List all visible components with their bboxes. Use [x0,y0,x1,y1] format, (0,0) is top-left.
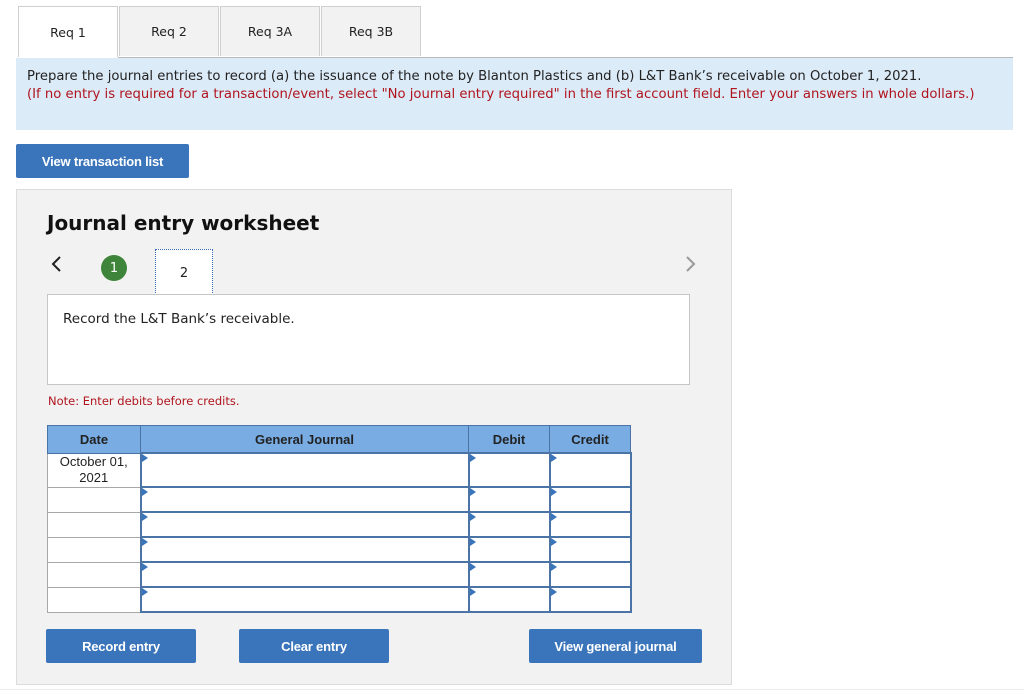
credit-input[interactable] [548,561,632,588]
column-header-debit: Debit [468,425,550,454]
account-select[interactable] [139,511,470,538]
view-general-journal-button[interactable]: View general journal [529,629,702,663]
input-indicator-icon [469,563,476,571]
table-row [47,536,632,563]
transaction-description-text: Record the L&T Bank’s receivable. [63,311,295,327]
input-indicator-icon [469,588,476,596]
debit-input[interactable] [467,561,551,588]
input-indicator-icon [469,538,476,546]
account-select[interactable] [139,486,470,513]
column-header-credit: Credit [549,425,631,454]
date-cell [47,536,141,563]
instruction-text: Prepare the journal entries to record (a… [27,69,922,84]
dropdown-indicator-icon [141,454,148,462]
input-indicator-icon [550,538,557,546]
account-select[interactable] [139,586,470,613]
debit-input[interactable] [467,536,551,563]
account-select[interactable] [139,452,470,488]
input-indicator-icon [550,563,557,571]
instruction-note: (If no entry is required for a transacti… [27,86,975,102]
transaction-description: Record the L&T Bank’s receivable. [47,294,690,385]
input-indicator-icon [550,588,557,596]
date-cell [47,486,141,513]
table-row [47,511,632,538]
page-divider [0,689,1024,690]
account-select[interactable] [139,561,470,588]
input-indicator-icon [469,513,476,521]
journal-table: Date General Journal Debit Credit Octobe… [47,425,632,613]
debit-input[interactable] [467,452,551,488]
input-indicator-icon [550,488,557,496]
table-row [47,561,632,588]
journal-entry-worksheet: Journal entry worksheet 1 2 Record the L… [16,189,732,685]
date-cell [47,561,141,588]
input-indicator-icon [550,513,557,521]
clear-entry-button[interactable]: Clear entry [239,629,389,663]
debit-input[interactable] [467,486,551,513]
tab-req-1[interactable]: Req 1 [18,6,118,57]
chevron-right-icon[interactable] [685,254,697,278]
date-cell [47,511,141,538]
table-row [47,586,632,613]
step-1-completed[interactable]: 1 [101,255,127,281]
worksheet-title: Journal entry worksheet [47,211,320,235]
account-select[interactable] [139,536,470,563]
input-indicator-icon [550,454,557,462]
credit-input[interactable] [548,511,632,538]
tab-req-3b[interactable]: Req 3B [321,6,421,56]
table-row: October 01, 2021 [47,452,632,488]
view-transaction-list-button[interactable]: View transaction list [16,144,189,178]
date-cell [47,586,141,613]
credit-input[interactable] [548,486,632,513]
chevron-left-icon[interactable] [50,254,62,278]
credit-input[interactable] [548,536,632,563]
step-2-current[interactable]: 2 [155,249,213,297]
tab-req-2[interactable]: Req 2 [119,6,219,56]
requirement-tabs: Req 1 Req 2 Req 3A Req 3B [18,6,422,57]
dropdown-indicator-icon [141,538,148,546]
credit-input[interactable] [548,586,632,613]
record-entry-button[interactable]: Record entry [46,629,196,663]
dropdown-indicator-icon [141,513,148,521]
dropdown-indicator-icon [141,488,148,496]
credit-input[interactable] [548,452,632,488]
debit-input[interactable] [467,586,551,613]
tab-req-3a[interactable]: Req 3A [220,6,320,56]
table-row [47,486,632,513]
column-header-date: Date [47,425,141,454]
debit-credit-note: Note: Enter debits before credits. [48,394,240,408]
input-indicator-icon [469,454,476,462]
debit-input[interactable] [467,511,551,538]
dropdown-indicator-icon [141,563,148,571]
instruction-banner: Prepare the journal entries to record (a… [16,58,1013,130]
date-cell: October 01, 2021 [47,452,141,488]
input-indicator-icon [469,488,476,496]
column-header-general-journal: General Journal [140,425,469,454]
dropdown-indicator-icon [141,588,148,596]
